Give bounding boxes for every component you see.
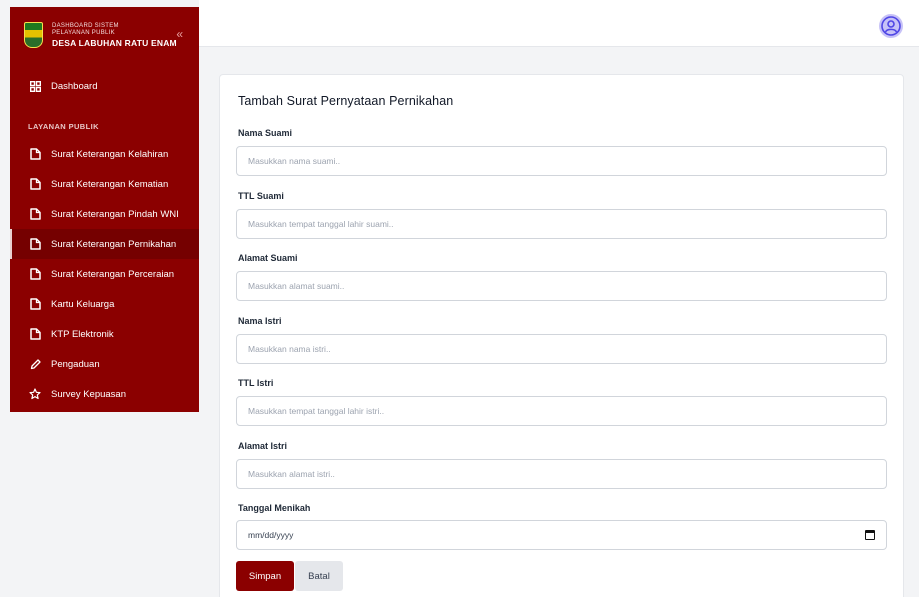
date-label: Tanggal Menikah bbox=[238, 503, 311, 513]
sidebar-item-label: Surat Keterangan Kematian bbox=[51, 178, 169, 190]
date-value: mm/dd/yyyy bbox=[248, 530, 294, 540]
sidebar-item-surat-keterangan-perceraian[interactable]: Surat Keterangan Perceraian bbox=[10, 259, 199, 289]
wife-address-input[interactable]: Masukkan alamat istri.. bbox=[236, 458, 887, 489]
file-icon bbox=[28, 207, 42, 221]
file-icon bbox=[28, 267, 42, 281]
sidebar-item-surat-keterangan-kematian[interactable]: Surat Keterangan Kematian bbox=[10, 169, 199, 199]
sidebar-item-surat-keterangan-kelahiran[interactable]: Surat Keterangan Kelahiran bbox=[10, 139, 199, 169]
wife-birth-input[interactable]: Masukkan tempat tanggal lahir istri.. bbox=[236, 396, 887, 426]
husband-address-input[interactable]: Masukkan alamat suami.. bbox=[236, 271, 887, 301]
husband-birth-label: TTL Suami bbox=[238, 190, 284, 201]
user-icon bbox=[881, 16, 901, 36]
file-icon bbox=[28, 237, 42, 251]
file-icon bbox=[28, 327, 42, 341]
wife-birth-label: TTL Istri bbox=[238, 378, 274, 388]
sidebar-item-label: KTP Elektronik bbox=[51, 328, 114, 340]
sidebar-item-pengaduan[interactable]: Pengaduan bbox=[10, 349, 199, 379]
village-logo bbox=[24, 22, 43, 48]
section-heading: LAYANAN PUBLIK bbox=[28, 121, 99, 131]
wife-name-label: Nama Istri bbox=[238, 315, 282, 326]
sidebar: DASHBOARD SISTEM PELAYANAN PUBLIK DESA L… bbox=[10, 7, 199, 412]
sidebar-item-label: Survey Kepuasan bbox=[51, 388, 126, 400]
sidebar-item-label: Surat Keterangan Pernikahan bbox=[51, 238, 177, 250]
sidebar-item-label: Dashboard bbox=[51, 80, 98, 92]
husband-name-label: Nama Suami bbox=[238, 128, 293, 138]
form-title: Tambah Surat Pernyataan Pernikahan bbox=[238, 94, 454, 108]
brand-title: DESA LABUHAN RATU ENAM bbox=[52, 37, 177, 48]
sidebar-item-label: Surat Keterangan Kelahiran bbox=[51, 148, 169, 160]
sidebar-item-dashboard[interactable]: Dashboard bbox=[10, 71, 199, 101]
file-icon bbox=[28, 147, 42, 161]
file-icon bbox=[28, 297, 42, 311]
save-button[interactable]: Simpan bbox=[236, 561, 294, 591]
sidebar-item-survey-kepuasan[interactable]: Survey Kepuasan bbox=[10, 379, 199, 409]
wife-name-input[interactable]: Masukkan nama istri.. bbox=[236, 333, 887, 364]
husband-birth-input[interactable]: Masukkan tempat tanggal lahir suami.. bbox=[236, 208, 887, 239]
topbar bbox=[199, 0, 919, 47]
brand-subtitle: DASHBOARD SISTEM PELAYANAN PUBLIK bbox=[52, 22, 119, 36]
sidebar-item-label: Pengaduan bbox=[51, 358, 100, 370]
husband-name-input[interactable]: Masukkan nama suami.. bbox=[236, 146, 887, 176]
sidebar-item-ktp-elektronik[interactable]: KTP Elektronik bbox=[10, 319, 199, 349]
star-icon bbox=[28, 387, 42, 401]
sidebar-item-surat-keterangan-pindah-wni[interactable]: Surat Keterangan Pindah WNI bbox=[10, 199, 199, 229]
user-avatar[interactable] bbox=[879, 14, 903, 38]
brand: DASHBOARD SISTEM PELAYANAN PUBLIK DESA L… bbox=[10, 7, 199, 63]
husband-address-label: Alamat Suami bbox=[238, 253, 298, 263]
sidebar-item-label: Kartu Keluarga bbox=[51, 298, 115, 310]
form-card: Tambah Surat Pernyataan Pernikahan Nama … bbox=[219, 74, 904, 597]
wedding-date-input[interactable]: mm/dd/yyyy bbox=[236, 520, 887, 550]
pencil-icon bbox=[28, 357, 42, 371]
file-icon bbox=[28, 177, 42, 191]
calendar-icon[interactable] bbox=[865, 530, 875, 540]
sidebar-item-kartu-keluarga[interactable]: Kartu Keluarga bbox=[10, 289, 199, 319]
sidebar-item-label: Surat Keterangan Perceraian bbox=[51, 268, 175, 280]
sidebar-item-label: Surat Keterangan Pindah WNI bbox=[51, 208, 179, 220]
cancel-button[interactable]: Batal bbox=[295, 561, 343, 591]
wife-address-label: Alamat Istri bbox=[238, 440, 288, 451]
sidebar-item-surat-keterangan-pernikahan[interactable]: Surat Keterangan Pernikahan bbox=[10, 229, 199, 259]
grid-icon bbox=[28, 79, 42, 93]
collapse-sidebar-icon[interactable]: « bbox=[176, 27, 183, 41]
